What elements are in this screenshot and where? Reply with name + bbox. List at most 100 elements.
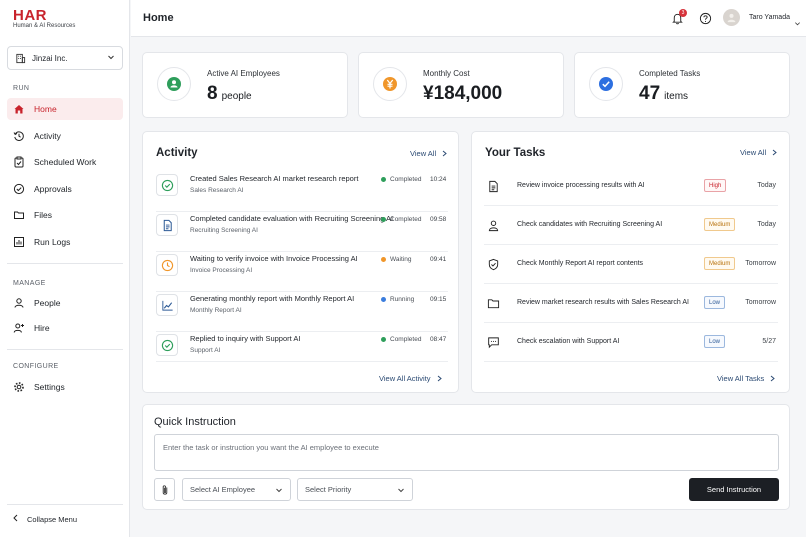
sidebar-item-files[interactable]: Files (7, 204, 123, 226)
chevron-right-icon (437, 375, 442, 382)
chevron-down-icon[interactable] (794, 14, 801, 32)
priority-badge: Low (704, 335, 726, 348)
check-circle-icon (156, 174, 178, 196)
stat-unit: items (664, 91, 689, 102)
activity-row[interactable]: Generating monthly report with Monthly R… (156, 292, 448, 332)
status-badge: Running (381, 296, 414, 303)
stat-value: 47 items (639, 83, 689, 104)
activity-row[interactable]: Replied to inquiry with Support AI Suppo… (156, 332, 448, 372)
stat-unit: people (221, 91, 252, 102)
clipboard-icon (13, 156, 25, 168)
activity-view-all-link[interactable]: View All (410, 149, 447, 158)
instruction-input[interactable]: Enter the task or instruction you want t… (154, 434, 779, 471)
folder-icon (486, 296, 500, 310)
priority-select[interactable]: Select Priority (297, 478, 413, 501)
task-title: Review invoice processing results with A… (517, 182, 645, 189)
activity-title-text: Completed candidate evaluation with Recr… (190, 214, 394, 223)
document-icon (486, 179, 500, 193)
priority-badge: Low (704, 296, 726, 309)
activity-title-text: Waiting to verify invoice with Invoice P… (190, 254, 358, 263)
priority-badge: Medium (704, 257, 736, 270)
sidebar-item-label: Scheduled Work (34, 157, 97, 167)
activity-title-text: Generating monthly report with Monthly R… (190, 294, 355, 303)
sidebar-item-label: People (34, 298, 61, 308)
stat-value: 8 people (207, 83, 252, 104)
priority-badge: Medium (704, 218, 736, 231)
tasks-view-all-link[interactable]: View All (740, 148, 777, 157)
sidebar-item-label: Settings (34, 382, 65, 392)
chevron-down-icon (107, 53, 115, 63)
activity-row[interactable]: Created Sales Research AI market researc… (156, 172, 448, 212)
view-all-tasks-link[interactable]: View All Tasks (717, 374, 776, 383)
sidebar-item-home[interactable]: Home (7, 98, 123, 120)
chevron-right-icon (442, 150, 447, 157)
activity-time: 09:41 (430, 256, 447, 263)
task-title: Check candidates with Recruiting Screeni… (517, 221, 663, 228)
task-due: 5/27 (762, 338, 776, 345)
organization-select[interactable]: Jinzai Inc. (7, 46, 123, 70)
organization-name: Jinzai Inc. (32, 53, 68, 63)
send-instruction-button[interactable]: Send Instruction (689, 478, 779, 501)
section-title-manage: MANAGE (13, 280, 46, 287)
help-icon[interactable] (698, 11, 712, 25)
divider (7, 263, 123, 264)
gear-icon (13, 381, 25, 393)
shield-check-icon (486, 257, 500, 271)
priority-badge: High (704, 179, 727, 192)
divider (156, 361, 448, 362)
task-row[interactable]: Check candidates with Recruiting Screeni… (484, 206, 778, 245)
chevron-right-icon (770, 375, 776, 382)
task-row[interactable]: Review invoice processing results with A… (484, 167, 778, 206)
sidebar-item-activity[interactable]: Activity (7, 125, 123, 147)
chevron-down-icon (276, 488, 282, 492)
stat-label: Active AI Employees (207, 69, 280, 78)
ai-employee-select[interactable]: Select AI Employee (182, 478, 291, 501)
avatar[interactable] (723, 9, 740, 26)
view-all-activity-link[interactable]: View All Activity (379, 374, 442, 383)
activity-title-text: Created Sales Research AI market researc… (190, 174, 359, 183)
collapse-menu-button[interactable]: Collapse Menu (12, 514, 77, 524)
activity-employee: Monthly Report AI (190, 307, 242, 314)
logo-text: HAR (13, 7, 47, 24)
sidebar-item-label: Approvals (34, 184, 72, 194)
activity-row[interactable]: Completed candidate evaluation with Recr… (156, 212, 448, 252)
notification-badge: 3 (679, 9, 687, 17)
tasks-title: Your Tasks (485, 147, 546, 159)
divider (7, 504, 123, 505)
user-name[interactable]: Taro Yamada (749, 14, 790, 21)
task-title: Review market research results with Sale… (517, 299, 689, 306)
task-row[interactable]: Check escalation with Support AI Low 5/2… (484, 323, 778, 362)
task-row[interactable]: Review market research results with Sale… (484, 284, 778, 323)
activity-time: 08:47 (430, 336, 447, 343)
activity-row[interactable]: Waiting to verify invoice with Invoice P… (156, 252, 448, 292)
sidebar-item-run-logs[interactable]: Run Logs (7, 231, 123, 253)
sidebar-item-label: Files (34, 210, 52, 220)
task-title: Check Monthly Report AI report contents (517, 260, 644, 267)
sidebar-item-settings[interactable]: Settings (7, 376, 123, 398)
activity-employee: Recruiting Screening AI (190, 227, 258, 234)
task-row[interactable]: Check Monthly Report AI report contents … (484, 245, 778, 284)
sidebar-item-label: Hire (34, 323, 50, 333)
stat-value: ¥184,000 (423, 83, 503, 104)
stat-card-completed-tasks: Completed Tasks 47 items (574, 52, 790, 118)
top-header: Home 3 Taro Yamada (131, 0, 806, 37)
sidebar: HAR Human & AI Resources Jinzai Inc. RUN… (0, 0, 130, 537)
quick-instruction-title: Quick Instruction (154, 416, 236, 428)
yen-icon (373, 67, 407, 101)
sidebar-item-people[interactable]: People (7, 292, 123, 314)
sidebar-item-hire[interactable]: Hire (7, 317, 123, 339)
sidebar-item-approvals[interactable]: Approvals (7, 178, 123, 200)
tasks-panel: Your Tasks View All Review invoice proce… (471, 131, 790, 393)
sidebar-item-scheduled-work[interactable]: Scheduled Work (7, 151, 123, 173)
task-title: Check escalation with Support AI (517, 338, 620, 345)
section-title-configure: CONFIGURE (13, 363, 59, 370)
stat-label: Completed Tasks (639, 69, 701, 78)
stat-card-monthly-cost: Monthly Cost ¥184,000 (358, 52, 564, 118)
chart-icon (13, 236, 25, 248)
logo[interactable]: HAR Human & AI Resources (13, 8, 75, 29)
stat-card-active-employees: Active AI Employees 8 people (142, 52, 348, 118)
activity-employee: Invoice Processing AI (190, 267, 253, 274)
section-title-run: RUN (13, 85, 30, 92)
activity-time: 09:15 (430, 296, 447, 303)
paperclip-icon[interactable] (154, 478, 175, 501)
